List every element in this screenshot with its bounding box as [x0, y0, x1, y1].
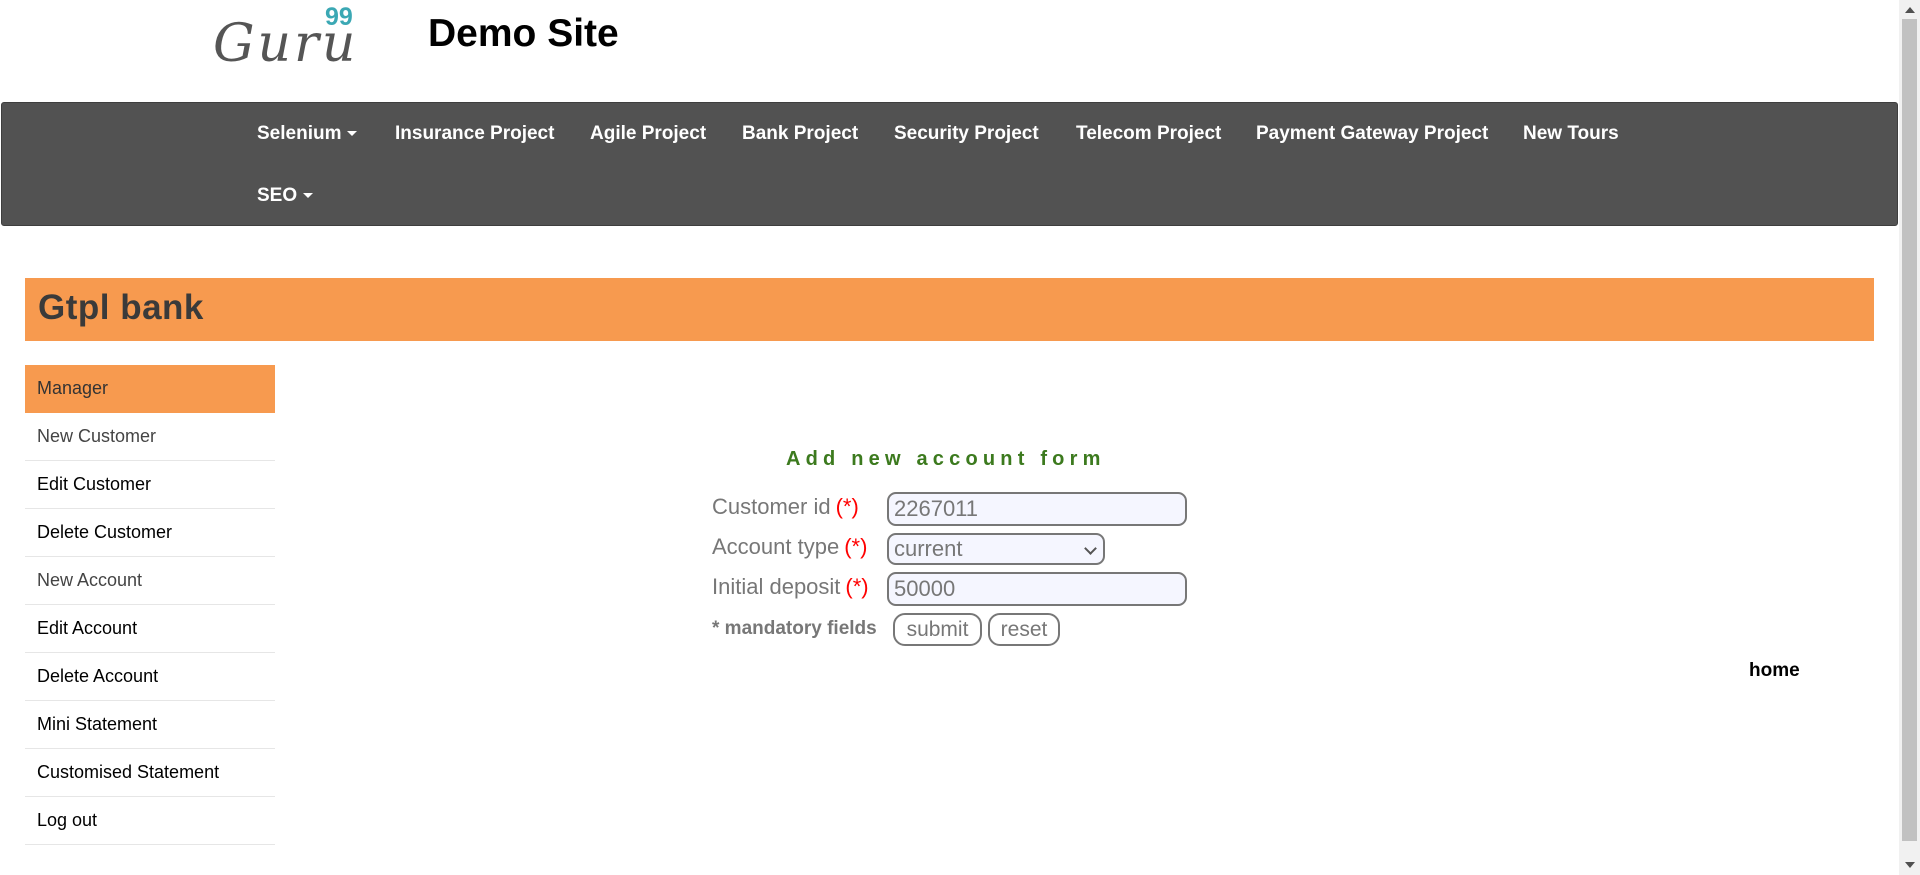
sidebar-item-delete-account[interactable]: Delete Account — [25, 653, 275, 701]
nav-item-label: Selenium — [257, 123, 342, 144]
nav-item-security-project[interactable]: Security Project — [894, 123, 1039, 145]
initial-deposit-input[interactable]: 50000 — [887, 572, 1187, 606]
top-navbar: Selenium Insurance Project Agile Project… — [1, 102, 1898, 226]
sidebar-item-edit-customer[interactable]: Edit Customer — [25, 461, 275, 509]
sidebar-item-new-customer[interactable]: New Customer — [25, 413, 275, 461]
reset-button[interactable]: reset — [988, 613, 1060, 646]
guru99-logo[interactable]: Guru 99 — [213, 3, 358, 74]
submit-button[interactable]: submit — [893, 613, 982, 646]
required-marker: (*) — [844, 534, 868, 559]
account-type-label: Account type (*) — [712, 534, 867, 560]
initial-deposit-label: Initial deposit (*) — [712, 574, 869, 600]
customer-id-label: Customer id (*) — [712, 494, 859, 520]
site-title: Demo Site — [428, 12, 619, 55]
scrollbar-thumb[interactable] — [1902, 19, 1917, 841]
sidebar-item-edit-account[interactable]: Edit Account — [25, 605, 275, 653]
account-type-selected-value: current — [894, 536, 963, 561]
sidebar-menu: Manager New Customer Edit Customer Delet… — [25, 365, 275, 845]
sidebar-item-mini-statement[interactable]: Mini Statement — [25, 701, 275, 749]
sidebar-item-log-out[interactable]: Log out — [25, 797, 275, 845]
vertical-scrollbar[interactable] — [1899, 0, 1920, 875]
page: Guru 99 Demo Site Selenium Insurance Pro… — [0, 0, 1920, 875]
sidebar-item-delete-customer[interactable]: Delete Customer — [25, 509, 275, 557]
nav-item-payment-gateway-project[interactable]: Payment Gateway Project — [1256, 123, 1488, 145]
nav-item-seo[interactable]: SEO — [257, 185, 314, 207]
chevron-down-icon — [1084, 542, 1097, 555]
mandatory-fields-note: * mandatory fields — [712, 618, 877, 639]
scroll-down-arrow-icon[interactable] — [1905, 862, 1915, 868]
nav-item-telecom-project[interactable]: Telecom Project — [1076, 123, 1221, 145]
account-type-select[interactable]: current — [887, 533, 1105, 565]
required-marker: (*) — [845, 574, 869, 599]
nav-item-label: SEO — [257, 185, 298, 206]
bank-banner: Gtpl bank — [25, 278, 1874, 341]
caret-down-icon — [347, 131, 358, 137]
scroll-up-arrow-icon[interactable] — [1905, 7, 1915, 13]
nav-item-selenium[interactable]: Selenium — [257, 123, 358, 145]
initial-deposit-label-text: Initial deposit — [712, 574, 841, 599]
sidebar-item-new-account[interactable]: New Account — [25, 557, 275, 605]
sidebar-item-manager[interactable]: Manager — [25, 365, 275, 413]
sidebar-item-customised-statement[interactable]: Customised Statement — [25, 749, 275, 797]
nav-item-bank-project[interactable]: Bank Project — [742, 123, 858, 145]
bank-name: Gtpl bank — [38, 288, 204, 327]
customer-id-input[interactable]: 2267011 — [887, 492, 1187, 526]
form-heading: Add new account form — [786, 448, 1106, 470]
nav-item-insurance-project[interactable]: Insurance Project — [395, 123, 554, 145]
customer-id-label-text: Customer id — [712, 494, 831, 519]
logo-superscript: 99 — [325, 3, 353, 31]
caret-down-icon — [303, 193, 314, 199]
home-link[interactable]: home — [1749, 660, 1800, 682]
nav-item-agile-project[interactable]: Agile Project — [590, 123, 706, 145]
nav-item-new-tours[interactable]: New Tours — [1523, 123, 1619, 145]
required-marker: (*) — [835, 494, 859, 519]
account-type-label-text: Account type — [712, 534, 840, 559]
